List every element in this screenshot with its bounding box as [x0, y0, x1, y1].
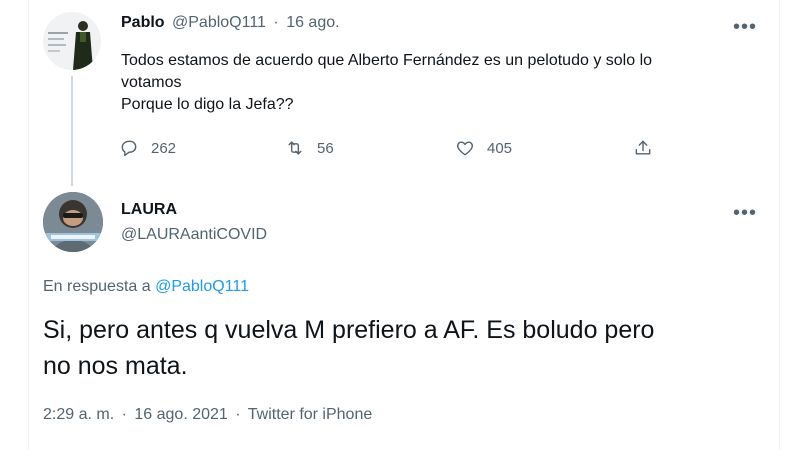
tweet-text-line: Si, pero antes q vuelva M prefiero a AF.…: [43, 316, 655, 344]
retweet-button[interactable]: 56: [285, 138, 334, 158]
tweet1-header: Pablo @PabloQ111 · 16 ago.: [121, 14, 340, 32]
author-handle[interactable]: @PabloQ111: [172, 14, 266, 31]
tweet-date[interactable]: 16 ago.: [286, 14, 339, 31]
reply-icon: [121, 140, 137, 157]
retweet-icon: [288, 141, 302, 155]
avatar-image: [43, 192, 103, 252]
more-horizontal-icon[interactable]: •••: [733, 17, 757, 37]
tweet-source[interactable]: Twitter for iPhone: [248, 406, 373, 423]
reply-prefix: En respuesta a: [43, 278, 151, 295]
tweet-full-date[interactable]: 16 ago. 2021: [134, 406, 227, 423]
retweet-count: 56: [317, 139, 334, 157]
header-separator: ·: [273, 14, 279, 31]
tweet-text-line: Todos estamos de acuerdo que Alberto Fer…: [121, 52, 653, 69]
meta-separator: ·: [121, 406, 127, 423]
tweet-thread-card: Pablo @PabloQ111 · 16 ago. ••• Todos est…: [28, 0, 780, 450]
tweet-text-line: no nos mata.: [43, 352, 188, 380]
reply-count: 262: [151, 139, 177, 157]
avatar[interactable]: [43, 192, 103, 252]
reply-button[interactable]: 262: [119, 138, 176, 158]
tweet-text-line: votamos: [121, 74, 182, 91]
tweet2-body: Si, pero antes q vuelva M prefiero a AF.…: [43, 312, 763, 384]
more-horizontal-icon[interactable]: •••: [733, 203, 757, 223]
avatar-image: [43, 12, 101, 70]
thread-connector-line: [71, 76, 73, 186]
heart-icon: [457, 141, 473, 156]
like-count: 405: [487, 139, 513, 157]
like-button[interactable]: 405: [455, 138, 512, 158]
author-handle[interactable]: @LAURAantiCOVID: [121, 226, 267, 244]
author-name[interactable]: Pablo: [121, 14, 165, 31]
meta-separator: ·: [235, 406, 241, 423]
author-name[interactable]: LAURA: [121, 201, 177, 219]
avatar[interactable]: [43, 12, 101, 70]
reply-to-handle-link[interactable]: @PabloQ111: [155, 278, 249, 295]
tweet-metadata: 2:29 a. m. · 16 ago. 2021 · Twitter for …: [43, 406, 372, 424]
reply-context: En respuesta a @PabloQ111: [43, 278, 249, 296]
tweet-text-line: Porque lo digo la Jefa??: [121, 96, 294, 113]
share-button[interactable]: [633, 138, 653, 158]
share-icon: [635, 140, 651, 155]
tweet-time[interactable]: 2:29 a. m.: [43, 406, 114, 423]
tweet1-body: Todos estamos de acuerdo que Alberto Fer…: [121, 50, 771, 116]
